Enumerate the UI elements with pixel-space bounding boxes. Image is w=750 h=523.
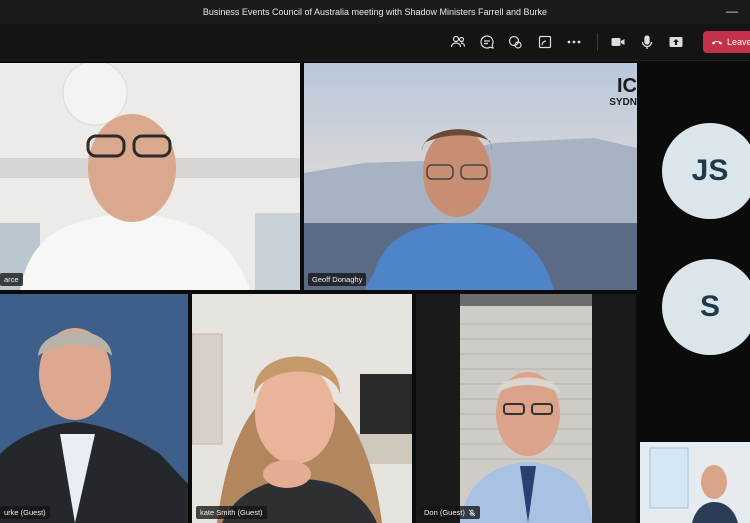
participant-name: kate Smith (Guest) [200, 508, 263, 517]
share-tray-icon[interactable] [535, 32, 555, 52]
video-feed [0, 294, 188, 523]
background-logo-bottom: SYDN [609, 97, 637, 108]
participant-name-tag: arce [0, 273, 23, 286]
video-tile-1[interactable]: arce [0, 63, 300, 290]
participant-name: urke (Guest) [4, 508, 46, 517]
window-title: Business Events Council of Australia mee… [202, 7, 548, 17]
meeting-toolbar: Leave [0, 24, 750, 61]
reactions-icon[interactable] [505, 32, 525, 52]
mic-off-icon [468, 509, 476, 516]
leave-label: Leave [727, 37, 750, 47]
participant-name: arce [4, 275, 19, 284]
video-tile-3[interactable]: urke (Guest) [0, 294, 188, 523]
participant-avatar-s[interactable]: S [662, 259, 750, 355]
background-logo-top: IC [617, 75, 637, 97]
participant-name-tag: Geoff Donaghy [308, 273, 367, 286]
video-tile-5[interactable]: Don (Guest) [416, 294, 636, 523]
title-bar: Business Events Council of Australia mee… [0, 0, 750, 24]
mic-icon[interactable] [637, 32, 657, 52]
participant-name-tag: urke (Guest) [0, 506, 50, 519]
self-view-tile[interactable] [640, 442, 750, 523]
camera-icon[interactable] [608, 32, 628, 52]
phone-hangup-icon [711, 41, 723, 45]
more-icon[interactable] [564, 32, 584, 52]
people-icon[interactable] [448, 32, 468, 52]
avatar-initials: S [699, 290, 720, 323]
video-tile-4[interactable]: kate Smith (Guest) [192, 294, 412, 523]
share-icon[interactable] [666, 32, 686, 52]
chat-icon[interactable] [477, 32, 497, 52]
participant-avatar-js[interactable]: JS [662, 123, 750, 219]
video-feed [0, 63, 300, 290]
toolbar-divider [597, 33, 598, 51]
participant-name: Don (Guest) [424, 508, 465, 517]
participant-name-tag: kate Smith (Guest) [196, 506, 267, 519]
video-feed [192, 294, 412, 523]
leave-button[interactable]: Leave [703, 31, 750, 53]
participant-name: Geoff Donaghy [312, 275, 363, 284]
avatar-initials: JS [691, 154, 729, 187]
video-feed [304, 63, 637, 290]
video-feed [416, 294, 636, 523]
video-tile-2[interactable]: IC SYDN Geoff Donaghy [304, 63, 637, 290]
self-view-feed [640, 442, 750, 523]
participant-name-tag: Don (Guest) [420, 506, 480, 519]
minimize-button[interactable]: — [726, 4, 738, 18]
